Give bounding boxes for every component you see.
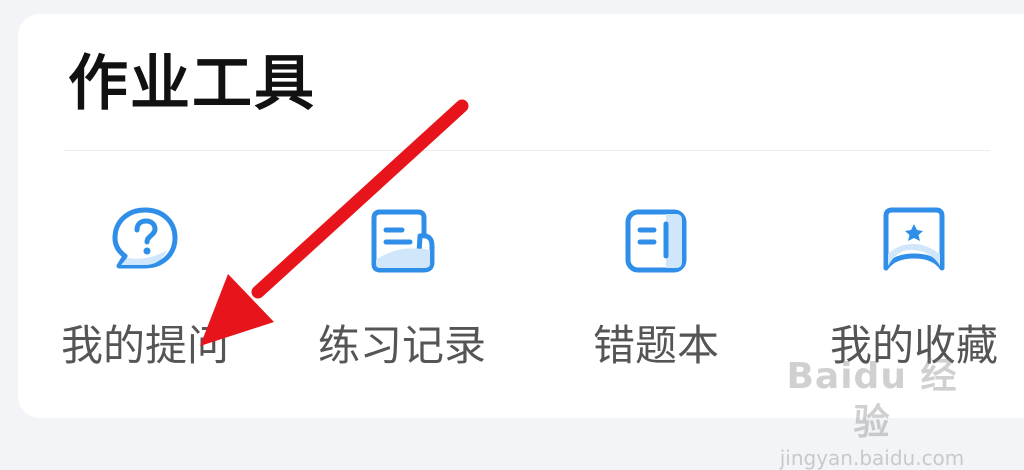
section-title: 作业工具 xyxy=(68,46,316,122)
favorites-bookmark-icon xyxy=(874,200,954,280)
watermark-url: jingyan.baidu.com xyxy=(772,446,972,470)
watermark-logo: Baidu 经验 xyxy=(772,354,972,446)
tool-label-my-questions: 我的提问 xyxy=(35,318,255,374)
tool-mistake-book[interactable]: 错题本 xyxy=(546,200,766,380)
practice-record-icon xyxy=(362,200,442,280)
tool-practice-records[interactable]: 练习记录 xyxy=(292,200,512,380)
tool-label-mistake-book: 错题本 xyxy=(546,318,766,374)
watermark: Baidu 经验 jingyan.baidu.com xyxy=(772,354,972,434)
tool-my-favorites[interactable]: 我的收藏 xyxy=(804,200,1024,380)
tool-my-questions[interactable]: 我的提问 xyxy=(35,200,255,380)
divider xyxy=(64,150,990,151)
tool-label-practice-records: 练习记录 xyxy=(292,318,512,374)
question-bubble-icon xyxy=(105,200,185,280)
mistake-book-icon xyxy=(616,200,696,280)
